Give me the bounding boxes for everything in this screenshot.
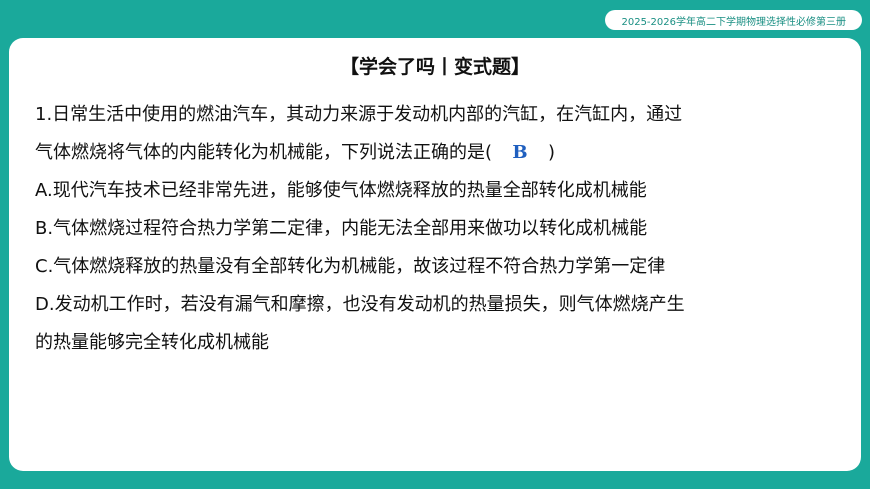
option-d-line-2: 的热量能够完全转化成机械能	[35, 332, 269, 353]
option-b: B.气体燃烧过程符合热力学第二定律，内能无法全部用来做功以转化成机械能	[35, 218, 648, 239]
course-badge: 2025-2026学年高二下学期物理选择性必修第三册	[605, 10, 862, 30]
question-stem-line-2: 气体燃烧将气体的内能转化为机械能，下列说法正确的是( B)	[35, 134, 841, 172]
section-title: 【学会了吗丨变式题】	[339, 56, 530, 78]
option-d-line-1: D.发动机工作时，若没有漏气和摩擦，也没有发动机的热量损失，则气体燃烧产生	[35, 294, 685, 315]
question-stem-line-1: 1.日常生活中使用的燃油汽车，其动力来源于发动机内部的汽缸，在汽缸内，通过	[35, 104, 683, 125]
question-content: 1.日常生活中使用的燃油汽车，其动力来源于发动机内部的汽缸，在汽缸内，通过 气体…	[35, 96, 841, 362]
course-badge-text: 2025-2026学年高二下学期物理选择性必修第三册	[621, 16, 846, 28]
question-stem-prefix: 气体燃烧将气体的内能转化为机械能，下列说法正确的是(	[35, 142, 493, 163]
answer-label: B	[512, 142, 528, 163]
option-a: A.现代汽车技术已经非常先进，能够使气体燃烧释放的热量全部转化成机械能	[35, 180, 647, 201]
question-stem-suffix: )	[548, 142, 556, 163]
question-card: 【学会了吗丨变式题】 1.日常生活中使用的燃油汽车，其动力来源于发动机内部的汽缸…	[9, 38, 861, 471]
option-c: C.气体燃烧释放的热量没有全部转化为机械能，故该过程不符合热力学第一定律	[35, 256, 666, 277]
